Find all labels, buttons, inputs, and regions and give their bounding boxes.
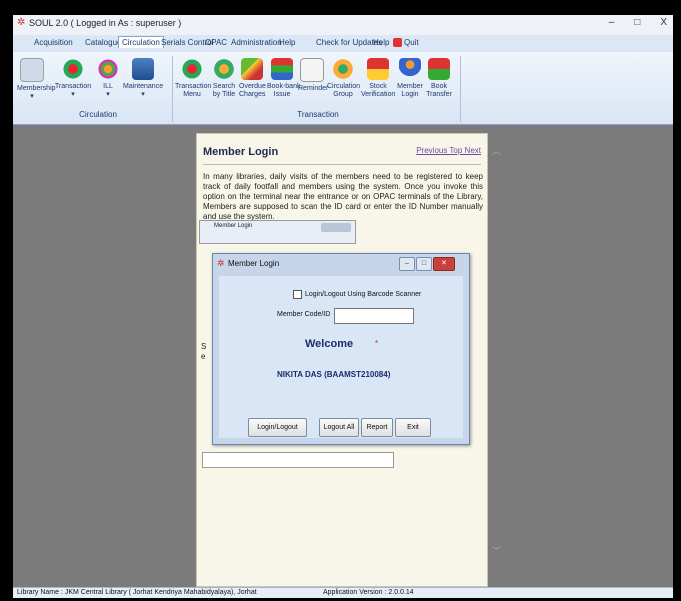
book-bank-icon	[271, 58, 293, 80]
dialog-maximize-button[interactable]: □	[416, 257, 432, 271]
transaction-icon	[62, 58, 84, 80]
app-logo-icon: ✲	[17, 17, 26, 28]
required-marker: *	[375, 339, 379, 348]
membership-button[interactable]: Membership ▾	[17, 58, 56, 101]
help-nav-links[interactable]: Previous Top Next	[416, 146, 481, 155]
library-name: Library Name : JKM Central Library ( Jor…	[17, 589, 257, 596]
power-icon	[393, 38, 402, 48]
dialog-minimize-button[interactable]: –	[399, 257, 415, 271]
reminder-label: Reminder	[298, 85, 329, 92]
scroll-up-arrow[interactable]: ︿	[492, 144, 501, 157]
window-title: SOUL 2.0 ( Logged in As : superuser )	[29, 18, 182, 28]
book-transfer-label: Book Transfer	[426, 83, 452, 98]
title-bar: ✲ SOUL 2.0 ( Logged in As : superuser ) …	[13, 15, 673, 35]
book-bank-issue-button[interactable]: Book-bank Issue	[267, 58, 301, 99]
stock-verification-icon	[367, 58, 389, 80]
minimize-button[interactable]: –	[609, 17, 615, 28]
dialog-close-button[interactable]: ✕	[433, 257, 455, 271]
transaction-button[interactable]: Transaction ▾	[53, 58, 93, 99]
ill-label: ILL	[103, 83, 113, 90]
ribbon: Membership ▾ Transaction ▾ ILL ▾ Maintenanc…	[13, 52, 673, 125]
transaction-group-label: Transaction	[297, 110, 339, 119]
circulation-group-icon	[332, 58, 354, 80]
status-bar: Library Name : JKM Central Library ( Jor…	[13, 587, 673, 598]
help-screenshot: Member Login	[199, 220, 356, 244]
member-login-icon	[399, 58, 421, 80]
help-text-fragment: e	[201, 352, 206, 361]
dialog-title: Member Login	[228, 259, 280, 268]
transaction-menu-icon	[181, 58, 203, 80]
circulation-group-label: Circulation	[79, 110, 117, 119]
app-logo-icon: ✲	[217, 258, 225, 268]
app-window: ✲ SOUL 2.0 ( Logged in As : superuser ) …	[13, 15, 673, 598]
circulation-group-button[interactable]: Circulation Group	[327, 58, 361, 99]
dialog-title-bar: ✲ Member Login – □ ✕	[213, 254, 469, 274]
group-divider	[172, 56, 173, 122]
divider	[203, 164, 481, 165]
help-title: Member Login	[203, 146, 279, 158]
close-button[interactable]: X	[660, 17, 667, 28]
maintenance-label: Maintenance	[123, 83, 164, 90]
logged-member-name: NIKITA DAS (BAAMST210084)	[277, 370, 391, 379]
barcode-scanner-checkbox[interactable]: Login/Logout Using Barcode Scanner	[293, 290, 421, 299]
help-table-image	[202, 452, 394, 468]
membership-card-icon	[20, 58, 44, 82]
maintenance-button[interactable]: Maintenance ▾	[123, 58, 163, 99]
app-version: Application Version : 2.0.0.14	[323, 589, 414, 596]
thumb-title: Member Login	[214, 223, 253, 229]
overdue-charges-button[interactable]: Overdue Charges	[239, 58, 266, 99]
report-button[interactable]: Report	[361, 418, 393, 437]
search-by-title-button[interactable]: Search by Title	[211, 58, 237, 99]
member-code-label: Member Code/ID	[277, 311, 331, 318]
group-divider	[460, 56, 461, 122]
reminder-button[interactable]: Reminder	[298, 58, 329, 93]
tab-opac[interactable]: OPAC	[202, 37, 230, 48]
membership-label: Membership	[17, 85, 56, 92]
quit-button[interactable]: Quit	[390, 37, 422, 48]
stock-verification-button[interactable]: Stock Verification	[361, 58, 395, 99]
search-by-title-label: Search by Title	[212, 83, 236, 98]
ill-icon	[97, 58, 119, 80]
quit-label: Quit	[404, 38, 419, 47]
book-transfer-button[interactable]: Book Transfer	[425, 58, 453, 99]
maximize-button[interactable]: □	[634, 17, 640, 28]
ill-button[interactable]: ILL ▾	[97, 58, 119, 99]
overdue-charges-icon	[241, 58, 263, 80]
tab-help[interactable]: Help	[276, 37, 298, 48]
barcode-scanner-label: Login/Logout Using Barcode Scanner	[305, 291, 422, 298]
reminder-doc-icon	[300, 58, 324, 82]
transaction-menu-label: Transaction Menu	[175, 83, 212, 98]
window-controls: – □ X	[609, 17, 667, 28]
book-transfer-icon	[428, 58, 450, 80]
overdue-charges-label: Overdue Charges	[239, 83, 266, 98]
search-title-icon	[213, 58, 235, 80]
scroll-down-arrow[interactable]: ﹀	[492, 544, 501, 557]
menu-tabs: Acquisition Catalogue Circulation Serial…	[13, 35, 673, 53]
stock-verification-label: Stock Verification	[361, 83, 396, 98]
dialog-body: Login/Logout Using Barcode Scanner Membe…	[219, 276, 463, 438]
welcome-text: Welcome	[305, 338, 354, 350]
logout-all-button[interactable]: Logout All	[319, 418, 359, 437]
help-paragraph: In many libraries, daily visits of the m…	[203, 172, 483, 221]
book-bank-issue-label: Book-bank Issue	[267, 83, 301, 98]
circulation-group-btn-label: Circulation Group	[327, 83, 361, 98]
maintenance-icon	[132, 58, 154, 80]
transaction-menu-button[interactable]: Transaction Menu	[175, 58, 212, 99]
thumb-window-controls	[321, 223, 351, 232]
checkbox-box[interactable]	[293, 290, 302, 299]
tab-acquisition[interactable]: Acquisition	[31, 37, 76, 48]
member-code-input[interactable]	[334, 308, 414, 324]
member-login-button[interactable]: Member Login	[397, 58, 423, 99]
login-logout-button[interactable]: Login/Logout	[248, 418, 307, 437]
help-text-fragment: S	[201, 342, 207, 351]
exit-button[interactable]: Exit	[395, 418, 431, 437]
member-login-dialog: ✲ Member Login – □ ✕ Login/Logout Using …	[212, 253, 470, 445]
transaction-label: Transaction	[54, 83, 92, 90]
member-login-label: Member Login	[397, 83, 423, 98]
tab-circulation[interactable]: Circulation	[118, 36, 164, 48]
